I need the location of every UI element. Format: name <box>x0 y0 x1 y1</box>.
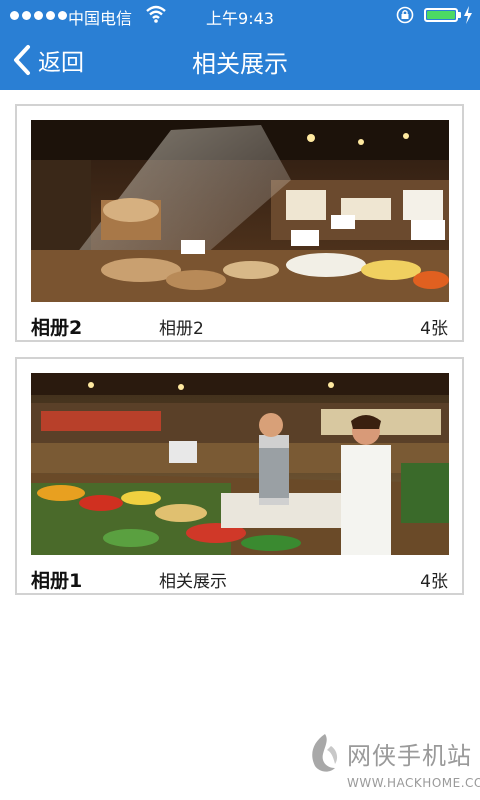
album-card[interactable]: 相册1 相关展示 4张 <box>15 357 464 595</box>
album-description: 相册2 <box>159 319 204 339</box>
album-name: 相册2 <box>31 317 83 339</box>
album-card[interactable]: 相册2 相册2 4张 <box>15 104 464 342</box>
nav-bar: 返回 相关展示 <box>0 30 480 90</box>
status-bar: 中国电信 上午9:43 <box>0 0 480 30</box>
album-cover-image <box>31 373 449 555</box>
orientation-lock-icon <box>396 6 414 24</box>
page-title: 相关展示 <box>192 50 288 78</box>
watermark: 网侠手机站 WWW.HACKHOME.COM <box>305 728 480 798</box>
battery-icon <box>424 8 458 22</box>
album-photo-count: 4张 <box>420 572 448 592</box>
watermark-url: WWW.HACKHOME.COM <box>347 776 480 790</box>
album-description: 相关展示 <box>159 572 227 592</box>
album-photo-count: 4张 <box>420 319 448 339</box>
album-cover-image <box>31 120 449 302</box>
album-name: 相册1 <box>31 570 83 592</box>
charging-bolt-icon <box>464 6 472 24</box>
hackhome-logo-icon <box>312 734 338 772</box>
battery-tip <box>458 12 461 18</box>
watermark-text: 网侠手机站 <box>347 742 472 770</box>
